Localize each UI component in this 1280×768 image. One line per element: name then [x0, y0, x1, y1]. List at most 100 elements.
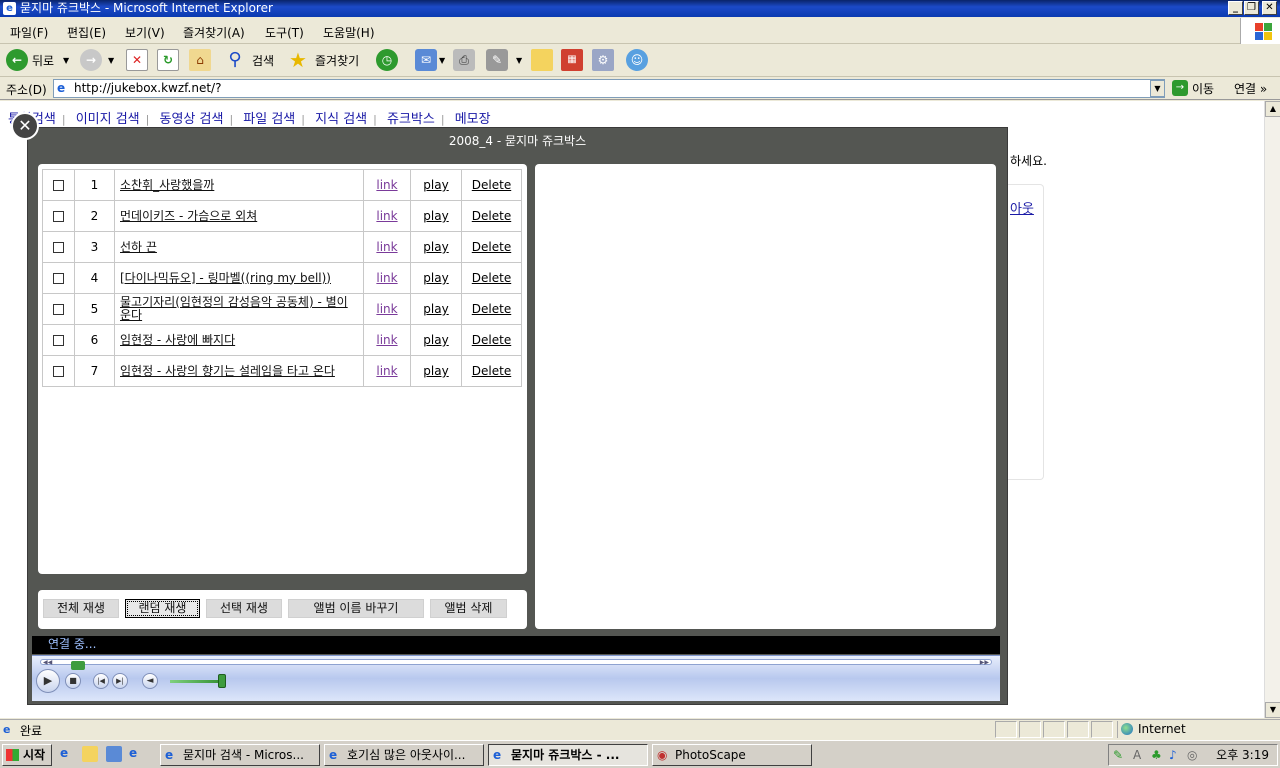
- nav-link-image[interactable]: 이미지 검색: [76, 112, 140, 127]
- tray-ime-icon[interactable]: A: [1133, 745, 1141, 765]
- address-dropdown-icon[interactable]: ▼: [1150, 80, 1165, 97]
- vertical-scrollbar[interactable]: ▲ ▼: [1264, 101, 1280, 718]
- back-arrow-icon[interactable]: ←: [6, 49, 28, 71]
- forward-dropdown-icon[interactable]: ▼: [108, 50, 114, 72]
- delete-album-button[interactable]: 앨범 삭제: [430, 599, 507, 618]
- messenger-icon[interactable]: ☺: [626, 49, 648, 71]
- favorites-button[interactable]: 즐겨찾기: [315, 50, 359, 72]
- nav-link-memo[interactable]: 메모장: [455, 112, 491, 127]
- song-delete-link[interactable]: Delete: [461, 293, 522, 325]
- menu-view[interactable]: 보기(V): [125, 24, 165, 41]
- song-link[interactable]: link: [363, 231, 411, 263]
- tray-misc-icon[interactable]: ◎: [1187, 745, 1197, 765]
- song-title-link[interactable]: [다이나믹듀오] - 링마벨((ring my bell)): [114, 262, 364, 294]
- rename-album-button[interactable]: 앨범 이름 바꾸기: [288, 599, 424, 618]
- play-icon[interactable]: ▶: [36, 669, 60, 693]
- start-button[interactable]: 시작: [2, 744, 52, 766]
- close-lightbox-icon[interactable]: ✕: [11, 112, 39, 140]
- song-delete-link[interactable]: Delete: [461, 324, 522, 356]
- song-checkbox[interactable]: [53, 211, 64, 222]
- mail-dropdown-icon[interactable]: ▼: [439, 50, 445, 72]
- volume-icon[interactable]: ◄: [142, 673, 158, 689]
- quicklaunch-folder-icon[interactable]: [82, 746, 98, 762]
- address-input[interactable]: e http://jukebox.kwzf.net/?: [53, 79, 1165, 98]
- song-link[interactable]: link: [363, 169, 411, 201]
- play-all-button[interactable]: 전체 재생: [43, 599, 119, 618]
- stop-player-icon[interactable]: ■: [65, 673, 81, 689]
- song-checkbox[interactable]: [53, 273, 64, 284]
- back-dropdown-icon[interactable]: ▼: [63, 50, 69, 72]
- research-icon[interactable]: ▦: [561, 49, 583, 71]
- tray-network-icon[interactable]: ✎: [1113, 745, 1123, 765]
- song-delete-link[interactable]: Delete: [461, 262, 522, 294]
- song-link[interactable]: link: [363, 324, 411, 356]
- song-checkbox[interactable]: [53, 180, 64, 191]
- song-checkbox[interactable]: [53, 366, 64, 377]
- search-icon[interactable]: ⚲: [224, 49, 246, 71]
- song-title-link[interactable]: 임현정 - 사랑에 빠지다: [114, 324, 364, 356]
- seek-thumb[interactable]: [71, 661, 85, 670]
- song-link[interactable]: link: [363, 200, 411, 232]
- refresh-icon[interactable]: ↻: [157, 49, 179, 71]
- menu-tools[interactable]: 도구(T): [265, 24, 304, 41]
- seek-forward-icon[interactable]: ▶▶: [980, 659, 989, 666]
- seek-rewind-icon[interactable]: ◀◀: [43, 659, 52, 666]
- close-window-button[interactable]: ✕: [1262, 1, 1277, 15]
- menu-edit[interactable]: 편집(E): [67, 24, 106, 41]
- selected-play-button[interactable]: 선택 재생: [206, 599, 282, 618]
- note-icon[interactable]: [531, 49, 553, 71]
- song-play-link[interactable]: play: [410, 262, 462, 294]
- tools-icon[interactable]: ⚙: [592, 49, 614, 71]
- window-title-bar[interactable]: e 묻지마 쥬크박스 - Microsoft Internet Explorer…: [0, 0, 1280, 17]
- song-delete-link[interactable]: Delete: [461, 200, 522, 232]
- quicklaunch-browser-icon[interactable]: e: [129, 746, 145, 762]
- next-track-icon[interactable]: ▶|: [112, 673, 128, 689]
- minimize-button[interactable]: _: [1228, 1, 1243, 15]
- song-link[interactable]: link: [363, 355, 411, 387]
- song-play-link[interactable]: play: [410, 200, 462, 232]
- previous-track-icon[interactable]: |◀: [93, 673, 109, 689]
- song-play-link[interactable]: play: [410, 355, 462, 387]
- stop-icon[interactable]: ✕: [126, 49, 148, 71]
- go-button[interactable]: → 이동: [1172, 80, 1214, 98]
- nav-link-knowledge[interactable]: 지식 검색: [315, 112, 367, 127]
- song-checkbox[interactable]: [53, 304, 64, 315]
- menu-help[interactable]: 도움말(H): [323, 24, 375, 41]
- song-play-link[interactable]: play: [410, 169, 462, 201]
- mail-icon[interactable]: ✉: [415, 49, 437, 71]
- tray-volume-icon[interactable]: ♪: [1169, 745, 1177, 765]
- home-icon[interactable]: ⌂: [189, 49, 211, 71]
- tray-shield-icon[interactable]: ♣: [1151, 745, 1162, 765]
- edit-dropdown-icon[interactable]: ▼: [516, 50, 522, 72]
- song-delete-link[interactable]: Delete: [461, 355, 522, 387]
- menu-file[interactable]: 파일(F): [10, 24, 48, 41]
- song-play-link[interactable]: play: [410, 293, 462, 325]
- scroll-up-icon[interactable]: ▲: [1265, 101, 1280, 117]
- song-title-link[interactable]: 물고기자리(임현정의 감성음악 공동체) - 별이운다: [114, 293, 364, 325]
- nav-link-jukebox[interactable]: 쥬크박스: [387, 112, 435, 127]
- quicklaunch-ie-icon[interactable]: e: [60, 746, 76, 762]
- random-play-button[interactable]: 랜덤 재생: [125, 599, 200, 618]
- seek-bar[interactable]: ◀◀ ▶▶: [40, 659, 992, 670]
- quicklaunch-media-icon[interactable]: [106, 746, 122, 762]
- song-delete-link[interactable]: Delete: [461, 231, 522, 263]
- print-icon[interactable]: ⎙: [453, 49, 475, 71]
- taskbar-item[interactable]: ◉ PhotoScape: [652, 744, 812, 766]
- favorites-star-icon[interactable]: ★: [287, 49, 309, 71]
- links-button[interactable]: 연결 »: [1234, 80, 1267, 97]
- menu-favorites[interactable]: 즐겨찾기(A): [183, 24, 245, 41]
- song-play-link[interactable]: play: [410, 324, 462, 356]
- volume-thumb[interactable]: [218, 674, 226, 688]
- edit-icon[interactable]: ✎: [486, 49, 508, 71]
- song-link[interactable]: link: [363, 262, 411, 294]
- forward-arrow-icon[interactable]: →: [80, 49, 102, 71]
- logout-link[interactable]: 아웃: [1010, 198, 1034, 217]
- nav-link-video[interactable]: 동영상 검색: [160, 112, 224, 127]
- taskbar-item[interactable]: e 묻지마 검색 - Micros...: [160, 744, 320, 766]
- taskbar-item-active[interactable]: e 묻지마 쥬크박스 - ...: [488, 744, 648, 766]
- scroll-down-icon[interactable]: ▼: [1265, 702, 1280, 718]
- nav-link-file[interactable]: 파일 검색: [243, 112, 295, 127]
- search-button[interactable]: 검색: [252, 50, 274, 72]
- song-checkbox[interactable]: [53, 242, 64, 253]
- song-title-link[interactable]: 선하 끈: [114, 231, 364, 263]
